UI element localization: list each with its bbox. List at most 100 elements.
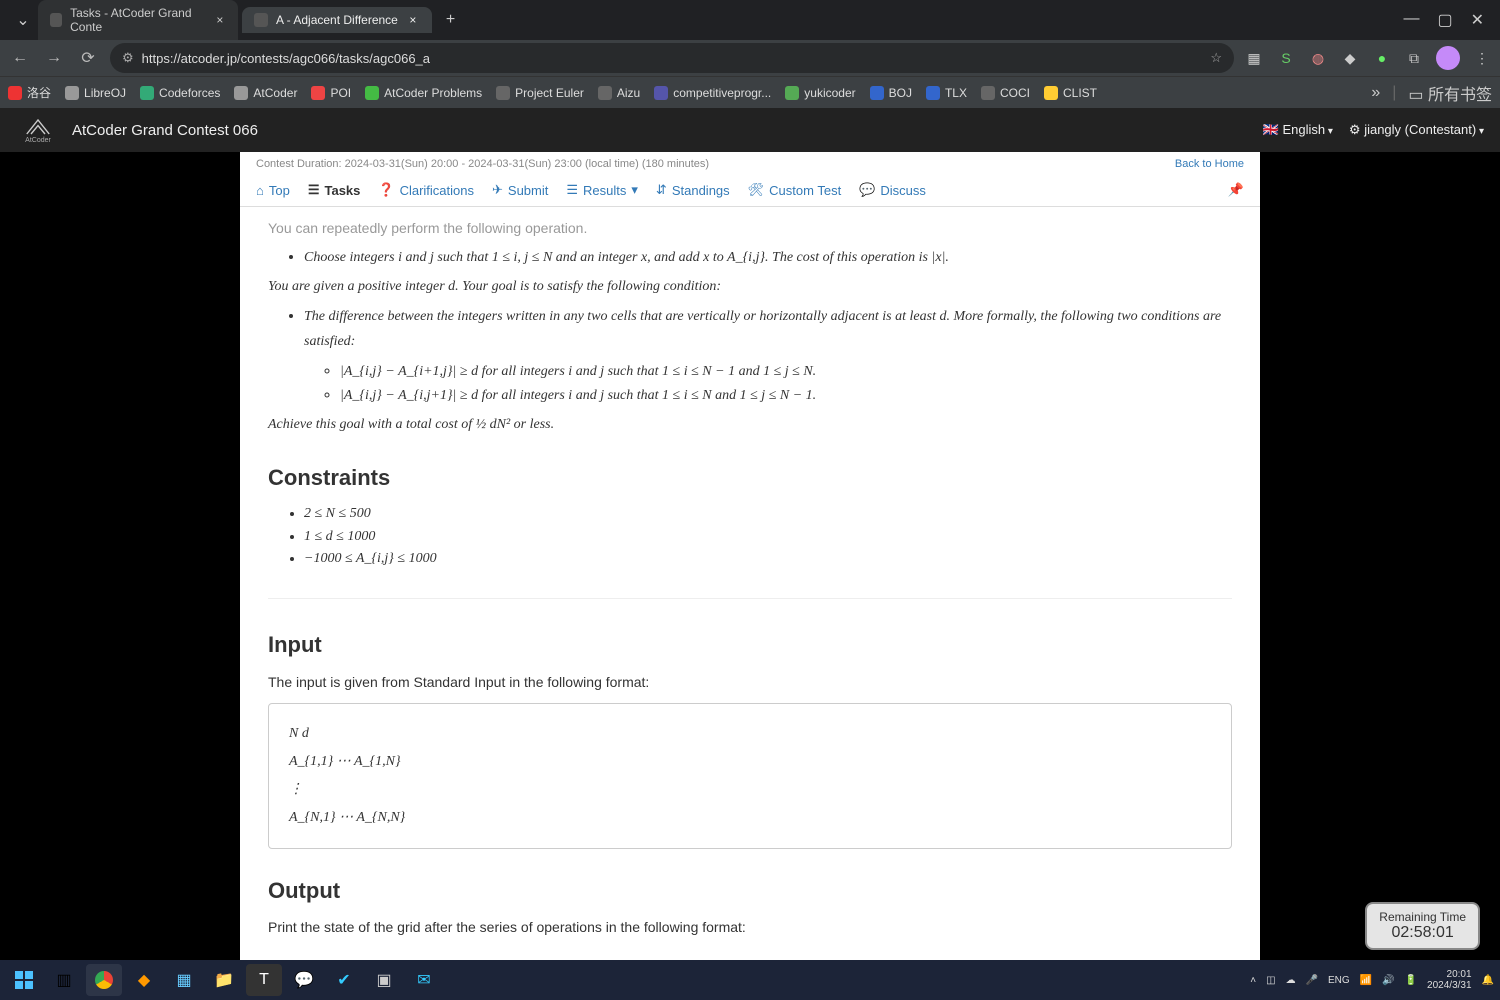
site-info-icon[interactable]: ⚙ xyxy=(122,50,134,66)
notifications-icon[interactable]: 🔔 xyxy=(1482,975,1494,986)
text-icon[interactable]: T xyxy=(246,964,282,996)
tray-app-icon[interactable]: ◫ xyxy=(1266,975,1275,986)
tray-chevron-icon[interactable]: ˄ xyxy=(1250,975,1256,986)
question-icon: ❓ xyxy=(378,182,394,198)
bookmark-item[interactable]: Codeforces xyxy=(140,86,220,100)
ext5-icon[interactable]: ● xyxy=(1372,48,1392,68)
forward-icon[interactable]: → xyxy=(42,49,66,67)
back-to-home-link[interactable]: Back to Home xyxy=(1175,158,1244,170)
back-icon[interactable]: ← xyxy=(8,49,32,67)
bookmark-icon xyxy=(65,86,79,100)
tab-custom-test[interactable]: 🛠Custom Test xyxy=(748,182,842,198)
timer-label: Remaining Time xyxy=(1379,910,1466,924)
bookmark-item[interactable]: Project Euler xyxy=(496,86,584,100)
ext4-icon[interactable]: ◆ xyxy=(1340,48,1360,68)
onedrive-icon[interactable]: ☁ xyxy=(1286,975,1296,986)
bookmark-icon xyxy=(365,86,379,100)
input-format: N d A_{1,1} ⋯ A_{1,N} ⋮ A_{N,1} ⋯ A_{N,N… xyxy=(268,703,1232,849)
home-icon: ⌂ xyxy=(256,183,264,198)
tab-clarifications[interactable]: ❓Clarifications xyxy=(378,182,474,198)
tab-title: A - Adjacent Difference xyxy=(276,13,398,27)
wifi-icon[interactable]: 📶 xyxy=(1360,975,1372,986)
address-bar[interactable]: ⚙ https://atcoder.jp/contests/agc066/tas… xyxy=(110,43,1234,73)
bookmark-item[interactable]: TLX xyxy=(926,86,967,100)
tab-standings[interactable]: ⇵Standings xyxy=(656,182,730,198)
terminal-icon[interactable]: ▣ xyxy=(366,964,402,996)
bookmark-item[interactable]: COCI xyxy=(981,86,1030,100)
remaining-time-widget[interactable]: Remaining Time 02:58:01 xyxy=(1365,902,1480,950)
menu-icon[interactable]: ⋮ xyxy=(1472,48,1492,68)
chat-icon: 💬 xyxy=(859,182,875,198)
explorer-icon[interactable]: 📁 xyxy=(206,964,242,996)
ext2-icon[interactable]: S xyxy=(1276,48,1296,68)
close-window-icon[interactable]: ✕ xyxy=(1471,10,1484,30)
input-description: The input is given from Standard Input i… xyxy=(268,671,1232,693)
bookmark-icon xyxy=(140,86,154,100)
bookmark-item[interactable]: Aizu xyxy=(598,86,640,100)
bookmark-item[interactable]: AtCoder xyxy=(234,86,297,100)
mail-icon[interactable]: ✉ xyxy=(406,964,442,996)
app-icon[interactable]: ▦ xyxy=(166,964,202,996)
condition-1: |A_{i,j} − A_{i+1,j}| ≥ d for all intege… xyxy=(340,364,816,379)
all-bookmarks-folder[interactable]: ▭ 所有书签 xyxy=(1408,81,1492,105)
wrench-icon: 🛠 xyxy=(748,182,765,198)
atcoder-logo[interactable]: AtCoder xyxy=(16,112,60,148)
problem-statement: You can repeatedly perform the following… xyxy=(240,207,1260,959)
bookmark-icon xyxy=(870,86,884,100)
bookmark-item[interactable]: competitiveprogr... xyxy=(654,86,771,100)
bookmark-item[interactable]: LibreOJ xyxy=(65,86,126,100)
close-icon[interactable]: × xyxy=(214,13,226,27)
ime-indicator[interactable]: ENG xyxy=(1328,975,1350,986)
tabs-dropdown[interactable]: ⌄ xyxy=(8,6,38,34)
bookmark-icon xyxy=(1044,86,1058,100)
tab-results[interactable]: ☰Results▾ xyxy=(566,182,638,198)
battery-icon[interactable]: 🔋 xyxy=(1405,975,1417,986)
bookmark-item[interactable]: yukicoder xyxy=(785,86,855,100)
tab-1[interactable]: A - Adjacent Difference × xyxy=(242,7,432,33)
bookmark-item[interactable]: AtCoder Problems xyxy=(365,86,482,100)
heading-output: Output xyxy=(268,873,1232,908)
bookmark-item[interactable]: BOJ xyxy=(870,86,912,100)
bookmark-item[interactable]: POI xyxy=(311,86,351,100)
reload-icon[interactable]: ⟳ xyxy=(76,48,100,68)
start-button[interactable] xyxy=(6,964,42,996)
ext1-icon[interactable]: ▦ xyxy=(1244,48,1264,68)
favicon-icon xyxy=(50,13,62,27)
star-icon[interactable]: ☆ xyxy=(1210,50,1222,66)
mic-icon[interactable]: 🎤 xyxy=(1306,975,1318,986)
system-clock[interactable]: 20:01 2024/3/31 xyxy=(1427,969,1472,991)
tab-submit[interactable]: ✈Submit xyxy=(492,182,548,198)
profile-avatar[interactable] xyxy=(1436,46,1460,70)
send-icon: ✈ xyxy=(492,182,503,198)
language-selector[interactable]: 🇬🇧 English xyxy=(1263,122,1333,138)
close-icon[interactable]: × xyxy=(406,13,420,27)
ext3-icon[interactable]: ◍ xyxy=(1308,48,1328,68)
contest-title[interactable]: AtCoder Grand Contest 066 xyxy=(72,122,258,139)
wechat-icon[interactable]: 💬 xyxy=(286,964,322,996)
user-menu[interactable]: ⚙ jiangly (Contestant) xyxy=(1349,122,1484,138)
bookmark-icon xyxy=(654,86,668,100)
operation-def: Choose integers i and j such that 1 ≤ i,… xyxy=(304,250,949,265)
bookmarks-overflow-icon[interactable]: » xyxy=(1371,84,1380,102)
sublime-icon[interactable]: ◆ xyxy=(126,964,162,996)
bookmarks-bar: 洛谷 LibreOJ Codeforces AtCoder POI AtCode… xyxy=(0,76,1500,108)
new-tab-button[interactable]: + xyxy=(436,11,465,29)
todo-icon[interactable]: ✔ xyxy=(326,964,362,996)
task-view-icon[interactable]: ▥ xyxy=(46,964,82,996)
tab-discuss[interactable]: 💬Discuss xyxy=(859,182,926,198)
volume-icon[interactable]: 🔊 xyxy=(1382,975,1394,986)
extensions-icon[interactable]: ⧉ xyxy=(1404,48,1424,68)
tab-0[interactable]: Tasks - AtCoder Grand Conte × xyxy=(38,0,238,40)
minimize-icon[interactable]: — xyxy=(1403,10,1419,30)
constraint-n: 2 ≤ N ≤ 500 xyxy=(304,503,1232,525)
pin-icon[interactable]: 📌 xyxy=(1228,182,1244,198)
chrome-icon[interactable] xyxy=(86,964,122,996)
bookmark-item[interactable]: CLIST xyxy=(1044,86,1097,100)
bookmark-item[interactable]: 洛谷 xyxy=(8,84,51,101)
condition-main: The difference between the integers writ… xyxy=(304,309,1221,348)
results-icon: ☰ xyxy=(566,182,578,198)
tab-top[interactable]: ⌂Top xyxy=(256,182,290,198)
maximize-icon[interactable]: ▢ xyxy=(1437,10,1452,30)
tab-tasks[interactable]: ☰Tasks xyxy=(308,182,361,198)
output-description: Print the state of the grid after the se… xyxy=(268,916,1232,938)
